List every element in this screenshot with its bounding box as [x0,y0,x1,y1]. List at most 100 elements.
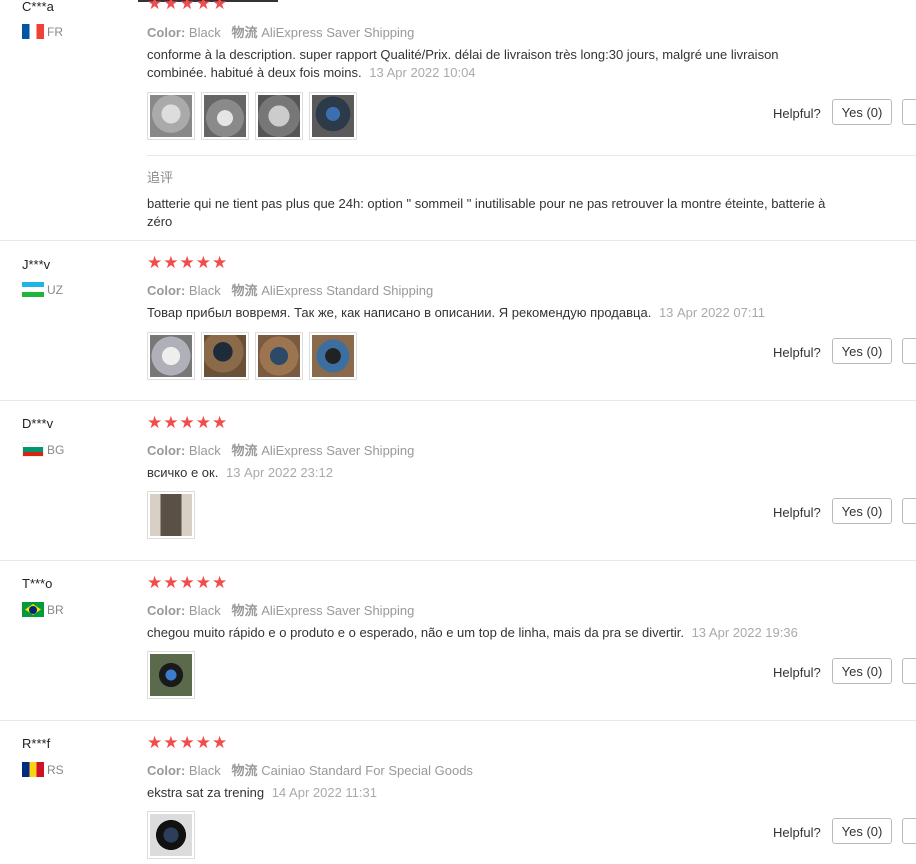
shipping-label: 物流 [231,283,258,298]
review-photo[interactable] [147,811,195,859]
additional-review-label: 追评 [147,170,174,185]
review-body: ekstra sat za trening [147,785,265,800]
color-label: Color: [147,443,186,458]
sku-info: Color: Black 物流 AliExpress Saver Shippin… [147,22,414,41]
review-photo[interactable] [255,92,303,140]
helpful-no-button[interactable] [902,99,916,125]
shipping-value: AliExpress Standard Shipping [261,283,434,298]
review-date: 13 Apr 2022 07:11 [658,305,765,320]
flag-fr-icon [22,24,44,39]
sku-info: Color: Black 物流 AliExpress Saver Shippin… [147,440,414,459]
reviewer-country: FR [22,24,63,39]
helpful-no-button[interactable] [902,338,916,364]
country-code: RS [47,762,64,777]
review-text: всичко е ок. 13 Apr 2022 23:12 [147,464,827,482]
star-rating: ★★★★★ [147,413,229,432]
star-rating: ★★★★★ [147,733,229,752]
review-item: J***v UZ ★★★★★ Color: Black 物流 AliExpres… [0,241,916,400]
helpful-label: Helpful? [773,665,821,680]
star-rating: ★★★★★ [147,573,229,592]
flag-rs-icon [22,762,44,777]
color-value: Black [188,763,221,778]
review-text: Товар прибыл вовремя. Так же, как написа… [147,304,827,322]
helpful-no-button[interactable] [902,818,916,844]
review-photos [147,491,195,539]
flag-br-icon [22,602,44,617]
helpful-label: Helpful? [773,825,821,840]
review-photo[interactable] [147,92,195,140]
review-date: 13 Apr 2022 19:36 [691,625,798,640]
star-rating: ★★★★★ [147,253,229,272]
country-code: FR [47,24,63,39]
review-text: conforme à la description. super rapport… [147,46,827,82]
helpful-yes-button[interactable]: Yes (0) [832,658,892,684]
review-photos [147,651,195,699]
color-value: Black [188,283,221,298]
reviewer-name: R***f [22,736,51,751]
shipping-label: 物流 [231,603,258,618]
review-photo[interactable] [309,92,357,140]
review-photos [147,92,357,140]
review-text: ekstra sat za trening 14 Apr 2022 11:31 [147,784,827,802]
helpful-label: Helpful? [773,505,821,520]
reviewer-country: UZ [22,282,63,297]
sku-info: Color: Black 物流 Cainiao Standard For Spe… [147,760,473,779]
shipping-label: 物流 [231,25,258,40]
review-body: chegou muito rápido e o produto e o espe… [147,625,684,640]
helpful-yes-button[interactable]: Yes (0) [832,338,892,364]
reviewer-name: T***o [22,576,53,591]
flag-bg-icon [22,442,44,457]
review-photo[interactable] [147,491,195,539]
review-photo[interactable] [147,651,195,699]
review-body: Товар прибыл вовремя. Так же, как написа… [147,305,652,320]
review-text: chegou muito rápido e o produto e o espe… [147,624,847,642]
review-date: 13 Apr 2022 10:04 [369,65,476,80]
review-date: 14 Apr 2022 11:31 [271,785,377,800]
review-item: D***v BG ★★★★★ Color: Black 物流 AliExpres… [0,401,916,560]
shipping-value: Cainiao Standard For Special Goods [261,763,473,778]
country-code: BG [47,442,65,457]
helpful-label: Helpful? [773,106,821,121]
review-date: 13 Apr 2022 23:12 [225,465,333,480]
review-photo[interactable] [201,92,249,140]
review-photo[interactable] [201,332,249,380]
shipping-label: 物流 [231,443,258,458]
review-photos [147,811,195,859]
color-value: Black [188,25,221,40]
color-label: Color: [147,25,186,40]
review-item: T***o BR ★★★★★ Color: Black 物流 AliExpres… [0,561,916,720]
sku-info: Color: Black 物流 AliExpress Saver Shippin… [147,600,414,619]
color-label: Color: [147,763,186,778]
additional-review-text: batterie qui ne tient pas plus que 24h: … [147,196,826,229]
color-value: Black [188,603,221,618]
flag-uz-icon [22,282,44,297]
review-photo[interactable] [147,332,195,380]
color-label: Color: [147,603,186,618]
helpful-no-button[interactable] [902,498,916,524]
reviewer-country: BR [22,602,64,617]
reviewer-name: C***a [22,0,54,14]
divider [147,155,916,156]
helpful-yes-button[interactable]: Yes (0) [832,818,892,844]
shipping-value: AliExpress Saver Shipping [261,443,415,458]
review-item: R***f RS ★★★★★ Color: Black 物流 Cainiao S… [0,721,916,864]
helpful-no-button[interactable] [902,658,916,684]
review-photo[interactable] [255,332,303,380]
helpful-yes-button[interactable]: Yes (0) [832,99,892,125]
helpful-yes-button[interactable]: Yes (0) [832,498,892,524]
reviewer-name: J***v [22,257,51,272]
review-item: C***a FR ★★★★★ Color: Black 物流 AliExpres… [0,0,916,240]
country-code: UZ [47,282,63,297]
review-photo[interactable] [309,332,357,380]
shipping-label: 物流 [231,763,258,778]
helpful-label: Helpful? [773,345,821,360]
reviewer-name: D***v [22,416,54,431]
sku-info: Color: Black 物流 AliExpress Standard Ship… [147,280,433,299]
review-body: всичко е ок. [147,465,219,480]
shipping-value: AliExpress Saver Shipping [261,25,415,40]
star-rating: ★★★★★ [147,0,229,13]
country-code: BR [47,602,64,617]
review-photos [147,332,357,380]
shipping-value: AliExpress Saver Shipping [261,603,415,618]
reviewer-country: BG [22,442,64,457]
